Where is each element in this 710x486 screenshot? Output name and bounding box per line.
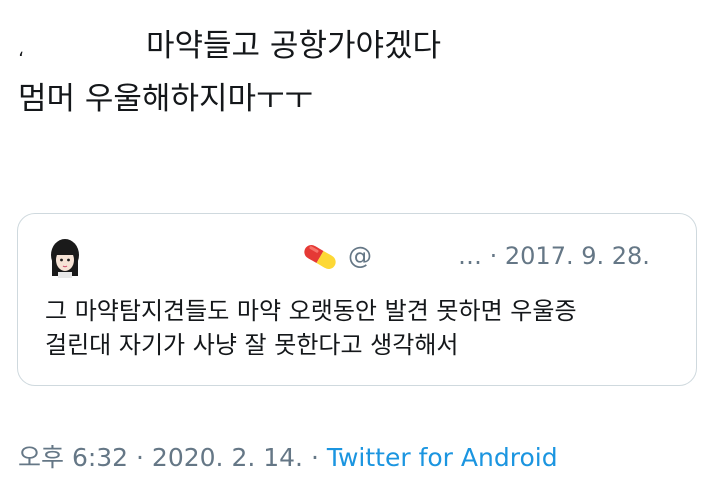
quoted-tweet-card[interactable]: @ … · 2017. 9. 28. 그 마약탐지견들도 마약 오랫동안 발견 … — [17, 213, 697, 386]
tweet-meta: 오후 6:32 · 2020. 2. 14. · Twitter for And… — [18, 438, 558, 474]
tweet-source-link[interactable]: Twitter for Android — [327, 443, 558, 472]
tweet-line-1-text: 마약들고 공항가야겠다 — [146, 28, 442, 64]
tweet-mark: ، — [18, 40, 24, 61]
quoted-date[interactable]: … · 2017. 9. 28. — [458, 242, 650, 270]
tweet-timestamp[interactable]: 오후 6:32 · 2020. 2. 14. · — [18, 443, 327, 472]
quoted-body-line-1: 그 마약탐지견들도 마약 오랫동안 발견 못하면 우울증 — [45, 297, 577, 325]
pill-emoji-icon — [298, 242, 342, 272]
tweet-text: ، 마약들고 공항가야겠다 멈머 우울해하지마ㅜㅜ — [18, 22, 441, 123]
tweet-line-2: 멈머 우울해하지마ㅜㅜ — [18, 81, 314, 117]
avatar-icon[interactable] — [48, 238, 82, 278]
quoted-handle[interactable]: @ — [348, 242, 372, 270]
quoted-tweet-header: @ … · 2017. 9. 28. — [48, 238, 666, 278]
quoted-body-line-2: 걸린대 자기가 사냥 잘 못한다고 생각해서 — [45, 331, 459, 359]
tweet-line-1: ، 마약들고 공항가야겠다 — [18, 22, 441, 75]
quoted-tweet-body: 그 마약탐지견들도 마약 오랫동안 발견 못하면 우울증 걸린대 자기가 사냥 … — [45, 294, 675, 362]
